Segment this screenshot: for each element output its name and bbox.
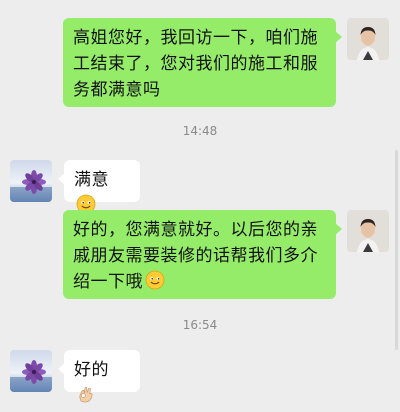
flower-avatar-icon [10, 350, 52, 392]
message-text: 好的 [74, 360, 109, 380]
message-bubble-incoming[interactable]: 好的 [58, 350, 140, 403]
message-text: 高姐您好，我回访一下，咱们施工结束了，您对我们的施工和服务都满意吗 [73, 28, 318, 100]
chat-window[interactable]: 高姐您好，我回访一下，咱们施工结束了，您对我们的施工和服务都满意吗 14:48 [0, 0, 400, 403]
scrollbar[interactable] [395, 150, 398, 350]
avatar[interactable] [10, 350, 52, 392]
person-avatar-icon [347, 210, 389, 252]
avatar[interactable] [10, 160, 52, 202]
avatar[interactable] [347, 18, 389, 60]
message-text: 满意 [74, 170, 109, 190]
flower-avatar-icon [10, 160, 52, 202]
message-bubble-incoming[interactable]: 满意 [58, 160, 140, 214]
message-text: 好的，您满意就好。以后您的亲戚朋友需要装修的话帮我们多介绍一下哦 [73, 220, 318, 292]
message-bubble-outgoing[interactable]: 高姐您好，我回访一下，咱们施工结束了，您对我们的施工和服务都满意吗 [63, 18, 342, 107]
smile-emoji-icon [145, 270, 165, 298]
person-avatar-icon [347, 18, 389, 60]
message-timestamp: 14:48 [182, 124, 218, 138]
avatar[interactable] [347, 210, 389, 252]
ok-hand-emoji-icon [76, 384, 96, 412]
message-timestamp: 16:54 [182, 318, 218, 332]
message-bubble-outgoing[interactable]: 好的，您满意就好。以后您的亲戚朋友需要装修的话帮我们多介绍一下哦 [63, 210, 342, 299]
